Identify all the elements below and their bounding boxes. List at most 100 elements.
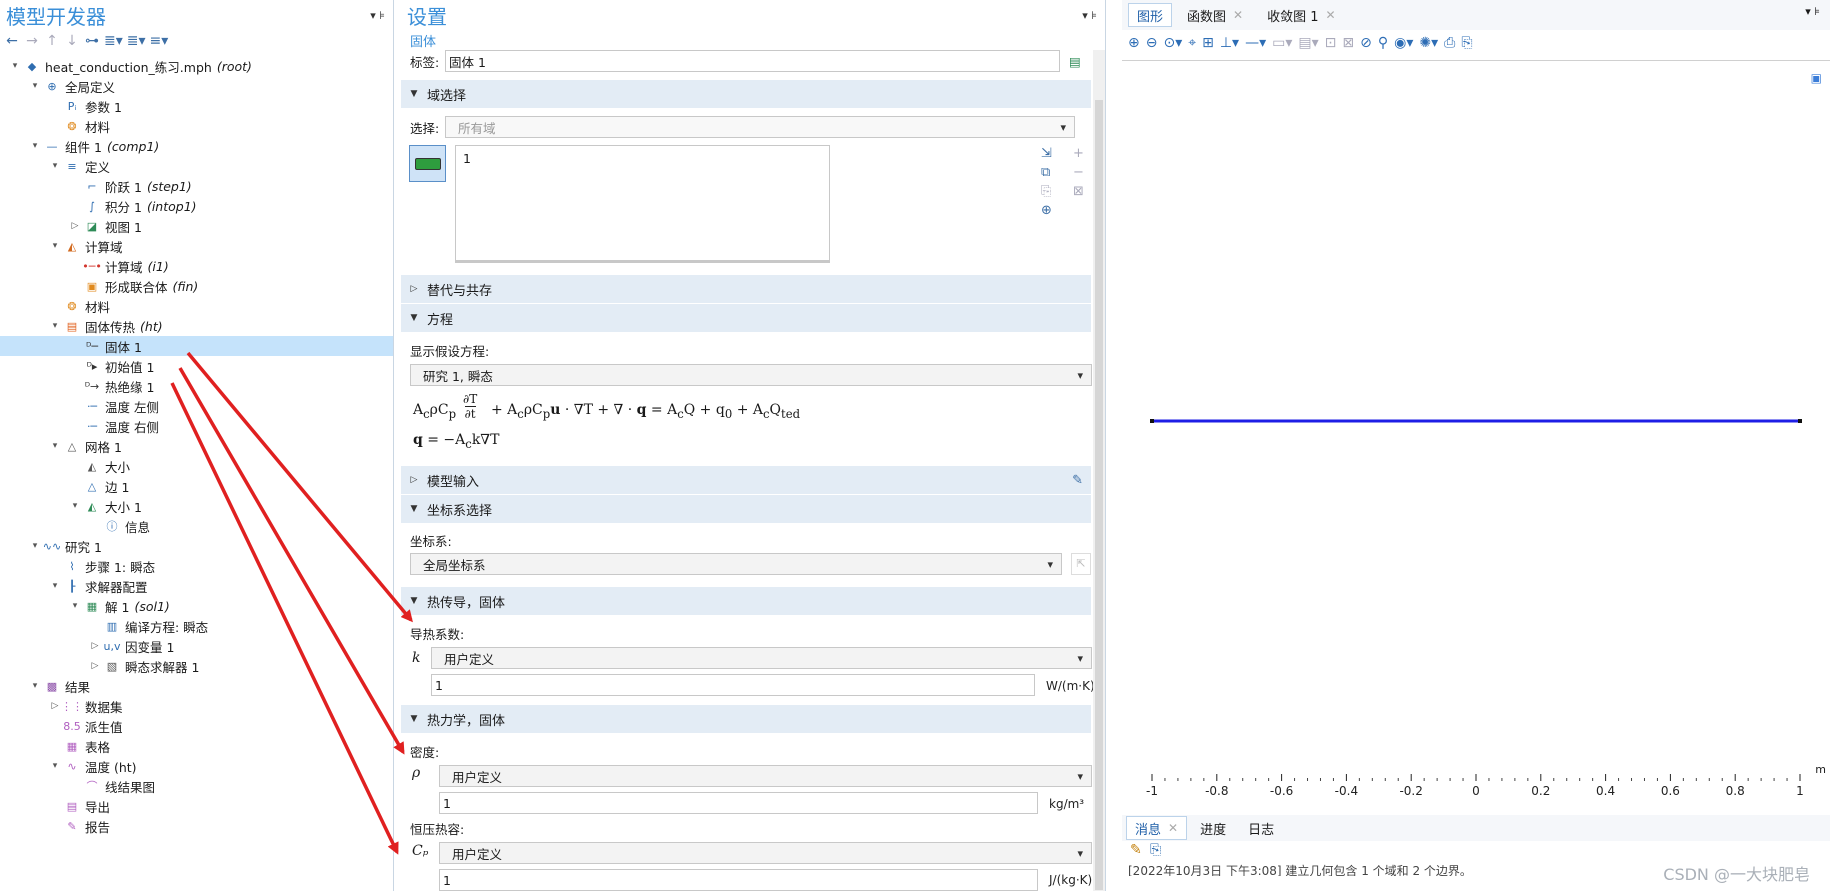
axis-orientation-icon[interactable]: ⊥▾ [1220, 35, 1239, 51]
list-icon[interactable]: ≡▾ [150, 33, 169, 49]
selection-combo[interactable]: 所有域 [445, 116, 1075, 138]
line-style-icon[interactable]: —▾ [1245, 35, 1266, 51]
paste-icon[interactable]: ⎘ [1041, 184, 1052, 199]
close-tab-icon[interactable]: ✕ [1168, 821, 1178, 835]
select-box-icon[interactable]: ⊡ [1325, 35, 1337, 51]
tree-node[interactable]: ▾ ▤ 固体传热 (ht) [0, 316, 393, 336]
tree-node[interactable]: ⓘ 信息 [0, 516, 393, 536]
zoom-in-icon[interactable]: ⊕ [1128, 35, 1140, 51]
graphics-pin-icon[interactable]: ▾ ⊧ [1805, 5, 1820, 18]
active-toggle-button[interactable] [409, 145, 446, 182]
tree-node[interactable]: ᴰ─ 固体 1 [0, 336, 393, 356]
expander-icon[interactable]: ▾ [28, 141, 42, 151]
expander-icon[interactable]: ▾ [48, 161, 62, 171]
copy-icon[interactable]: ⧉ [1041, 165, 1052, 180]
tree-node[interactable]: ❂ 材料 [0, 296, 393, 316]
graphics-tab[interactable]: 收敛图 1 ✕ [1258, 3, 1344, 27]
expander-icon[interactable]: ▷ [48, 701, 62, 711]
expander-icon[interactable]: ▾ [28, 81, 42, 91]
tree-node[interactable]: ▷ ⋮⋮ 数据集 [0, 696, 393, 716]
tree-node[interactable]: ᴰ▸ 初始值 1 [0, 356, 393, 376]
tree-node[interactable]: •─• 计算域 (i1) [0, 256, 393, 276]
expander-icon[interactable]: ▾ [68, 501, 82, 511]
zoom-extents-icon[interactable]: ⊞ [1202, 35, 1214, 51]
expander-icon[interactable]: ▾ [48, 441, 62, 451]
pin-icon[interactable]: ▾ ⊧ [370, 9, 385, 22]
tree-node[interactable]: ▾ ∿∿ 研究 1 [0, 536, 393, 556]
coordinate-combo[interactable]: 全局坐标系 [410, 553, 1062, 575]
tree-node[interactable]: ▾ ◆ heat_conduction_练习.mph (root) [0, 56, 393, 76]
tree-node[interactable]: ⌒ 线结果图 [0, 776, 393, 796]
model-inputs-section[interactable]: ▷ 模型输入 ✎ [401, 466, 1091, 494]
tree-node[interactable]: ▷ ◪ 视图 1 [0, 216, 393, 236]
tree-node[interactable]: ·─ 温度 右侧 [0, 416, 393, 436]
clear-brush-icon[interactable]: ✎ [1130, 842, 1142, 858]
tree-node[interactable]: ▾ ▦ 解 1 (sol1) [0, 596, 393, 616]
tree-node[interactable]: ▥ 编译方程: 瞬态 [0, 616, 393, 636]
expander-icon[interactable]: ▾ [28, 681, 42, 691]
expand-icon[interactable]: ≣▾ [127, 33, 146, 49]
remove-icon[interactable]: − [1073, 165, 1084, 180]
tree-node[interactable]: ❂ 材料 [0, 116, 393, 136]
center-icon[interactable]: ⌖ [1188, 35, 1196, 51]
rho-value-input[interactable]: 1 [439, 792, 1038, 814]
tree-node[interactable]: ▷ ▧ 瞬态求解器 1 [0, 656, 393, 676]
collapse-icon[interactable]: ≣▾ [104, 33, 123, 49]
tree-node[interactable]: ◭ 大小 [0, 456, 393, 476]
cp-value-input[interactable]: 1 [439, 869, 1038, 891]
coordinate-goto-icon[interactable]: ⇱ [1071, 553, 1091, 575]
end-vertex[interactable] [1798, 419, 1802, 423]
expander-icon[interactable]: ▷ [68, 221, 82, 231]
tree-node[interactable]: ▾ ┠ 求解器配置 [0, 576, 393, 596]
print-icon[interactable]: ⎘ [1461, 35, 1472, 51]
close-tab-icon[interactable]: ✕ [1326, 8, 1336, 22]
rho-mode-combo[interactable]: 用户定义 [439, 765, 1092, 787]
add-icon[interactable]: + [1073, 146, 1084, 161]
expander-icon[interactable]: ▾ [48, 581, 62, 591]
k-mode-combo[interactable]: 用户定义 [431, 647, 1092, 669]
zoom-to-selection-icon[interactable]: ⊕ [1041, 203, 1052, 218]
close-tab-icon[interactable]: ✕ [1233, 8, 1243, 22]
tree-node[interactable]: ᴰ→ 热绝缘 1 [0, 376, 393, 396]
zoom-box-icon[interactable]: ⊙▾ [1163, 35, 1182, 51]
print-setup-icon[interactable]: ▤▾ [1298, 35, 1318, 51]
edit-pencil-icon[interactable]: ✎ [1072, 473, 1083, 488]
cp-mode-combo[interactable]: 用户定义 [439, 842, 1092, 864]
select-mode-icon[interactable]: ▭▾ [1272, 35, 1292, 51]
expander-icon[interactable]: ▾ [28, 541, 42, 551]
coordinate-section[interactable]: ▼ 坐标系选择 [401, 495, 1091, 523]
select-icon[interactable]: ⇲ [1041, 146, 1052, 161]
tree-node[interactable]: ▾ ≡ 定义 [0, 156, 393, 176]
move-down-icon[interactable]: ↓ [64, 33, 80, 49]
zoom-out-icon[interactable]: ⊖ [1146, 35, 1158, 51]
scene-light-icon[interactable]: ✺▾ [1419, 35, 1438, 51]
tree-node[interactable]: ▾ ∿ 温度 (ht) [0, 756, 393, 776]
thermodynamics-section[interactable]: ▼ 热力学，固体 [401, 705, 1091, 733]
tree-node[interactable]: ∫ 积分 1 (intop1) [0, 196, 393, 216]
tree-node[interactable]: ▤ 导出 [0, 796, 393, 816]
graphics-tab[interactable]: 函数图 ✕ [1178, 3, 1252, 27]
forward-arrow-icon[interactable]: → [24, 33, 40, 49]
expander-icon[interactable]: ▾ [8, 61, 22, 71]
expander-icon[interactable]: ▾ [48, 321, 62, 331]
message-tab[interactable]: 日志 [1239, 816, 1283, 840]
heat-conduction-section[interactable]: ▼ 热传导，固体 [401, 587, 1091, 615]
label-edit-icon[interactable]: ▤ [1069, 54, 1081, 69]
tree-node[interactable]: ▷ u,v 因变量 1 [0, 636, 393, 656]
tree-node[interactable]: 8.5 派生值 [0, 716, 393, 736]
tree-node[interactable]: ▣ 形成联合体 (fin) [0, 276, 393, 296]
tree-node[interactable]: ▾ ▩ 结果 [0, 676, 393, 696]
label-input[interactable]: 固体 1 [445, 50, 1060, 72]
pin-icon[interactable]: ▾ ⊧ [1082, 9, 1097, 22]
tree-node[interactable]: ⌐ 阶跃 1 (step1) [0, 176, 393, 196]
scrollbar-thumb[interactable] [1095, 100, 1103, 890]
view-icon[interactable]: ◉▾ [1394, 35, 1413, 51]
hide-icon[interactable]: ⊘ [1360, 35, 1372, 51]
message-tab[interactable]: 消息 ✕ [1126, 816, 1188, 840]
settings-scrollbar[interactable] [1093, 50, 1105, 891]
camera-icon[interactable]: ⎙ [1444, 35, 1455, 51]
tree-node[interactable]: ▦ 表格 [0, 736, 393, 756]
expander-icon[interactable]: ▷ [88, 641, 102, 651]
expander-icon[interactable]: ▷ [88, 661, 102, 671]
tree-node[interactable]: ▾ ⊕ 全局定义 [0, 76, 393, 96]
